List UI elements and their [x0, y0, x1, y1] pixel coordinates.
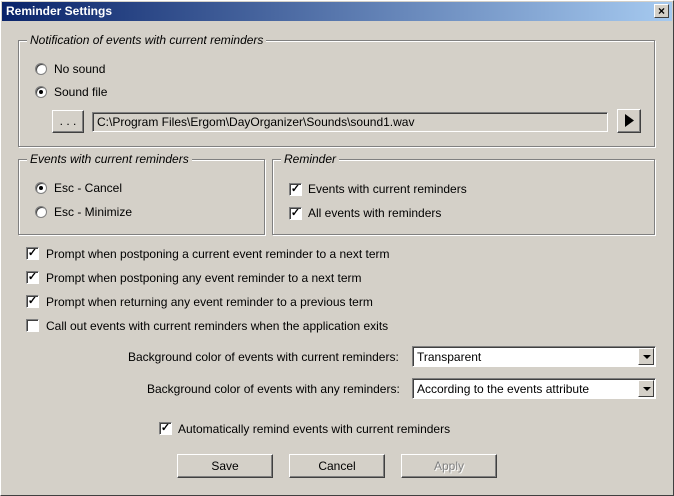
sound-file-path[interactable]: C:\Program Files\Ergom\DayOrganizer\Soun… — [92, 112, 608, 132]
no-sound-radio[interactable] — [35, 63, 47, 75]
events-current-label: Events with current reminders — [308, 182, 467, 196]
call-out-label: Call out events with current reminders w… — [46, 319, 389, 333]
window-title: Reminder Settings — [6, 4, 113, 18]
prompt-return-checkbox[interactable]: ✓ — [26, 295, 39, 308]
call-out-checkbox[interactable] — [26, 319, 39, 332]
current-color-select[interactable]: Transparent — [412, 346, 656, 367]
all-events-checkbox[interactable]: ✓ — [289, 207, 302, 220]
any-color-select[interactable]: According to the events attribute — [412, 378, 656, 399]
sound-file-label: Sound file — [54, 85, 108, 99]
reminder-legend: Reminder — [281, 152, 340, 166]
all-events-label: All events with reminders — [308, 206, 442, 220]
notification-group: Notification of events with current remi… — [18, 33, 655, 147]
auto-remind-checkbox[interactable]: ✓ — [159, 422, 172, 435]
current-color-value: Transparent — [417, 350, 482, 364]
any-color-label: Background color of events with any remi… — [147, 382, 400, 396]
save-button[interactable]: Save — [177, 454, 273, 478]
title-bar: Reminder Settings × — [2, 2, 672, 21]
events-group: Events with current reminders Esc - Canc… — [18, 152, 265, 235]
any-color-value: According to the events attribute — [417, 382, 590, 396]
notification-legend: Notification of events with current remi… — [27, 33, 267, 47]
prompt-postpone-current-label: Prompt when postponing a current event r… — [46, 247, 390, 261]
events-current-checkbox[interactable]: ✓ — [289, 183, 302, 196]
close-icon: × — [657, 4, 665, 18]
prompt-return-label: Prompt when returning any event reminder… — [46, 295, 373, 309]
esc-cancel-radio[interactable] — [35, 182, 47, 194]
reminder-settings-dialog: Reminder Settings × Notification of even… — [0, 0, 674, 496]
close-button[interactable]: × — [654, 4, 669, 18]
play-icon — [625, 114, 634, 127]
play-button[interactable] — [617, 109, 641, 133]
sound-file-radio[interactable] — [35, 86, 47, 98]
no-sound-label: No sound — [54, 62, 106, 76]
esc-minimize-label: Esc - Minimize — [54, 205, 133, 219]
prompt-postpone-any-checkbox[interactable]: ✓ — [26, 271, 39, 284]
esc-cancel-label: Esc - Cancel — [54, 181, 123, 195]
chevron-down-icon[interactable] — [638, 348, 654, 365]
events-legend: Events with current reminders — [27, 152, 192, 166]
esc-minimize-radio[interactable] — [35, 206, 47, 218]
apply-button[interactable]: Apply — [401, 454, 497, 478]
current-color-label: Background color of events with current … — [128, 350, 399, 364]
reminder-group: Reminder ✓ Events with current reminders… — [272, 152, 655, 235]
cancel-button[interactable]: Cancel — [289, 454, 385, 478]
browse-button[interactable]: . . . — [52, 110, 84, 133]
auto-remind-label: Automatically remind events with current… — [178, 422, 451, 436]
prompt-postpone-current-checkbox[interactable]: ✓ — [26, 247, 39, 260]
prompt-postpone-any-label: Prompt when postponing any event reminde… — [46, 271, 362, 285]
chevron-down-icon[interactable] — [638, 380, 654, 397]
